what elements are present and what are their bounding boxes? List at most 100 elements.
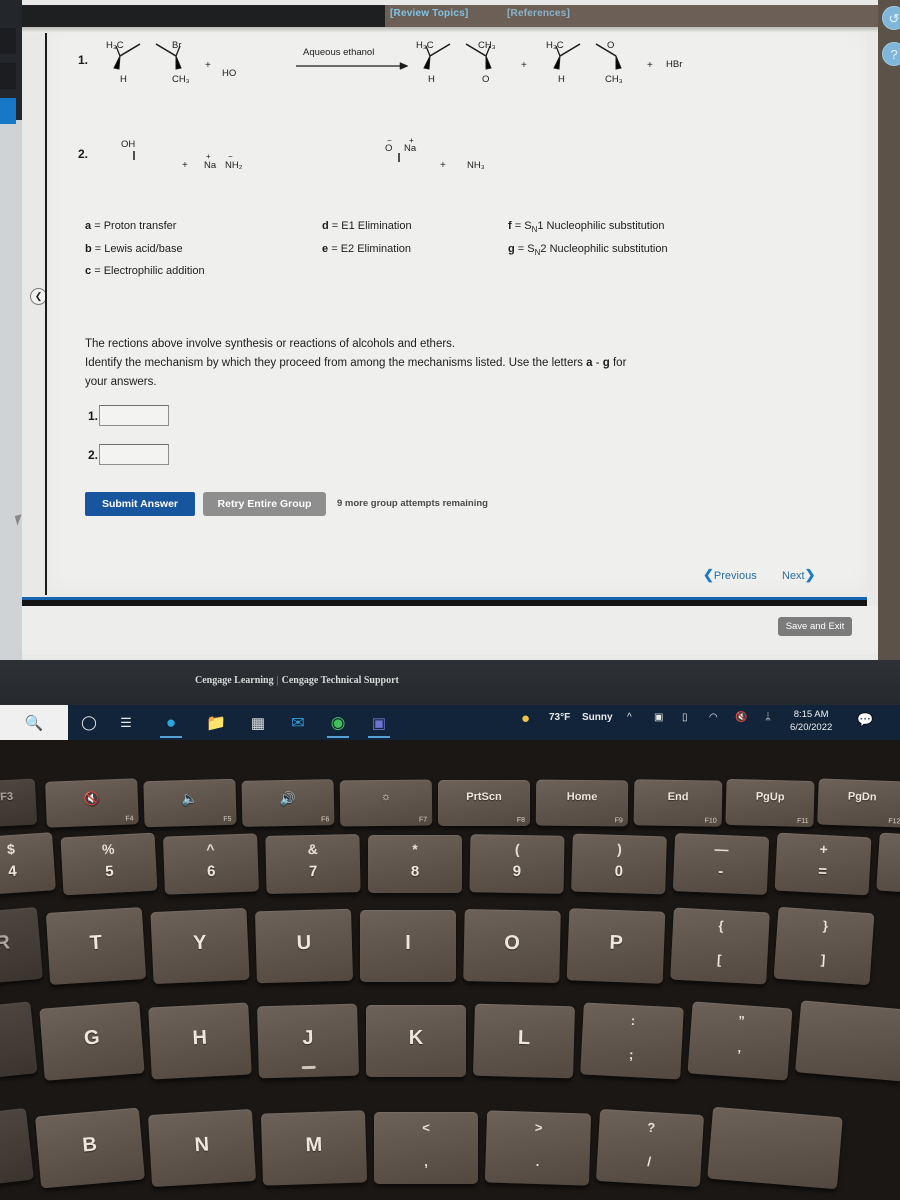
key-slash-label: / — [646, 1153, 652, 1170]
edge-icon[interactable]: ● — [158, 710, 184, 738]
sidebar-tab-3-active[interactable] — [0, 98, 16, 124]
legend-sn-prefix-f: S — [524, 220, 532, 232]
help-icon[interactable]: ? — [882, 42, 900, 66]
sidebar-tab-1[interactable] — [0, 28, 16, 54]
key-mute[interactable]: 🔇 F4 — [45, 778, 139, 828]
key-equals[interactable]: + = — [774, 832, 872, 896]
key-h[interactable]: H — [148, 1002, 252, 1080]
key-minus[interactable]: — - — [672, 833, 770, 895]
key-slash[interactable]: ? / — [595, 1108, 705, 1188]
legend-item-c: c = Electrophilic addition — [85, 265, 205, 277]
key-volume-down[interactable]: 🔈 F5 — [143, 778, 237, 828]
key-n[interactable]: N — [147, 1108, 257, 1188]
key-bracket-right[interactable]: } ] — [773, 906, 875, 986]
taskbar-search-box[interactable]: 🔍 — [0, 705, 68, 740]
mail-icon[interactable]: ✉ — [285, 710, 311, 735]
file-explorer-icon[interactable]: 📁 — [203, 710, 229, 735]
chrome-icon[interactable]: ◉ — [325, 710, 351, 738]
microsoft-store-icon[interactable]: ▦ — [245, 710, 271, 735]
answer-input-1[interactable] — [99, 405, 170, 426]
next-button[interactable]: Next❯ — [782, 567, 816, 583]
legend-letter-f: f — [508, 220, 512, 232]
key-o[interactable]: O — [463, 909, 561, 983]
key-0-shift-label: ) — [616, 840, 623, 858]
legend-sn-suffix-f: 1 Nucleophilic substitution — [537, 220, 665, 232]
key-k[interactable]: K — [366, 1005, 466, 1077]
key-t[interactable]: T — [45, 907, 147, 985]
key-p[interactable]: P — [566, 908, 666, 984]
key-6[interactable]: ^ 6 — [163, 833, 259, 895]
page-left-divider — [45, 25, 47, 595]
key-p-label: P — [609, 931, 624, 955]
key-keyboard-backlight[interactable]: ☼ F7 — [339, 779, 433, 827]
keyboard-backlight-icon: ☼ — [380, 790, 392, 804]
cengage-learning-link[interactable]: Cengage Learning — [195, 675, 274, 686]
key-semicolon[interactable]: : ; — [580, 1002, 684, 1080]
action-center-icon[interactable]: 💬 — [857, 712, 873, 728]
key-pgup[interactable]: PgUp F11 — [725, 778, 815, 828]
battery-icon[interactable]: ▯ — [682, 712, 688, 723]
key-r[interactable]: R — [0, 906, 43, 986]
teams-icon[interactable]: ▣ — [366, 710, 392, 738]
key-prtscn[interactable]: PrtScn F8 — [438, 780, 530, 826]
key-period[interactable]: > . — [484, 1110, 592, 1186]
weather-sun-icon[interactable]: ● — [521, 710, 530, 727]
taskbar-clock[interactable]: 8:15 AM 6/20/2022 — [790, 708, 832, 734]
key-4[interactable]: $ 4 — [0, 832, 56, 896]
references-link[interactable]: [References] — [507, 8, 570, 19]
key-volume-up[interactable]: 🔊 F6 — [241, 779, 335, 827]
key-j[interactable]: J — [257, 1003, 359, 1079]
key-pgdn[interactable]: PgDn F12 — [817, 778, 900, 828]
key-u[interactable]: U — [255, 908, 353, 984]
save-and-exit-button[interactable]: Save and Exit — [778, 617, 852, 636]
onedrive-icon[interactable]: ▣ — [654, 712, 663, 723]
key-backspace[interactable] — [876, 832, 900, 896]
wifi-icon[interactable]: ◠ — [709, 712, 718, 723]
previous-button[interactable]: ❮Previous — [703, 567, 757, 583]
bluetooth-icon[interactable]: ᛦ — [765, 712, 771, 723]
key-comma[interactable]: < , — [374, 1112, 478, 1184]
reaction-1-methyl-top-label: H₃C — [106, 40, 124, 51]
key-quote[interactable]: ” ’ — [687, 1001, 793, 1081]
key-right-shift[interactable] — [707, 1106, 843, 1190]
task-view-icon[interactable]: ☰ — [113, 710, 139, 735]
key-i[interactable]: I — [360, 910, 456, 982]
key-enter[interactable] — [795, 1000, 900, 1082]
key-g[interactable]: G — [39, 1001, 145, 1081]
reaction-2-ammonia-label: NH₃ — [467, 160, 485, 171]
key-5-shift-label: % — [101, 840, 115, 858]
key-y[interactable]: Y — [150, 907, 250, 985]
answer-input-2[interactable] — [99, 444, 170, 465]
key-pgdn-label: PgDn — [847, 790, 877, 804]
key-f11-label: F11 — [796, 817, 809, 826]
submit-answer-button[interactable]: Submit Answer — [85, 492, 195, 516]
key-7[interactable]: & 7 — [265, 834, 361, 894]
keyboard-function-row: F3 🔇 F4 🔈 F5 🔊 F6 ☼ F7 PrtScn F8 Home F9… — [0, 778, 900, 830]
key-8[interactable]: * 8 — [368, 835, 462, 893]
key-b[interactable]: B — [35, 1107, 145, 1189]
key-home[interactable]: Home F9 — [535, 779, 629, 827]
key-bracket-right-label: ] — [820, 951, 826, 968]
show-hidden-icons[interactable]: ^ — [627, 712, 632, 723]
cengage-technical-support-link[interactable]: Cengage Technical Support — [282, 675, 399, 686]
key-bracket-left[interactable]: { [ — [670, 907, 770, 985]
key-end[interactable]: End F10 — [633, 779, 723, 827]
weather-condition[interactable]: Sunny — [582, 712, 613, 723]
volume-muted-icon[interactable]: 🔇 — [735, 712, 747, 723]
refresh-icon[interactable]: ↺ — [882, 6, 900, 30]
key-5[interactable]: % 5 — [60, 832, 158, 896]
key-f[interactable] — [0, 1001, 38, 1081]
key-f3-label: F3 — [0, 790, 14, 804]
key-l[interactable]: L — [473, 1003, 575, 1079]
key-m[interactable]: M — [260, 1110, 368, 1186]
review-topics-link[interactable]: [Review Topics] — [390, 8, 468, 19]
key-9[interactable]: ( 9 — [469, 834, 565, 894]
key-v[interactable]: V — [0, 1107, 34, 1189]
weather-temperature[interactable]: 73°F — [549, 712, 570, 723]
key-0[interactable]: ) 0 — [571, 833, 667, 895]
retry-entire-group-button[interactable]: Retry Entire Group — [203, 492, 326, 516]
answer-row-1: 1. — [88, 405, 170, 426]
key-f3[interactable]: F3 — [0, 778, 38, 828]
sidebar-tab-2[interactable] — [0, 63, 16, 89]
cortana-icon[interactable]: ◯ — [76, 710, 102, 735]
